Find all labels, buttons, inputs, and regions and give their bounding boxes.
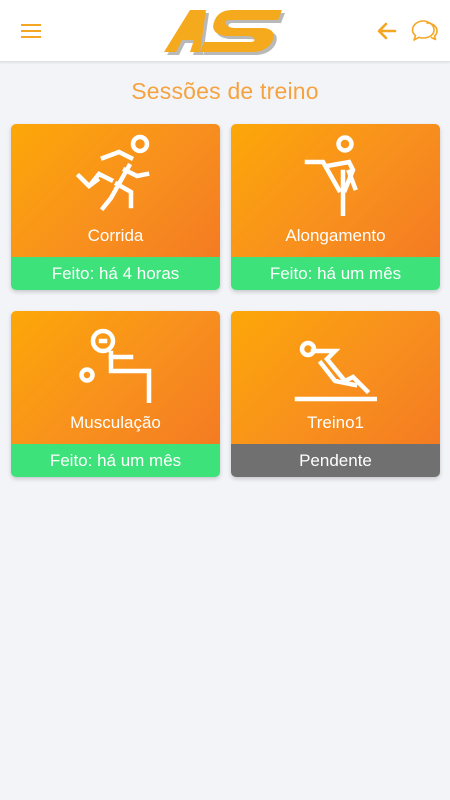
session-card-musculacao[interactable]: Musculação Feito: há um mês — [11, 311, 220, 477]
page-title: Sessões de treino — [131, 78, 319, 104]
session-card-body: Corrida — [11, 124, 220, 257]
running-person-icon — [75, 134, 150, 212]
session-card-label: Alongamento — [285, 226, 386, 245]
session-card-body: Treino1 — [231, 311, 440, 444]
session-card-label: Musculação — [70, 413, 161, 432]
session-card-treino1[interactable]: Treino1 Pendente — [231, 311, 440, 477]
chat-button[interactable] — [408, 14, 442, 48]
back-button[interactable] — [370, 15, 402, 47]
menu-button[interactable] — [14, 15, 48, 47]
session-card-body: Musculação — [11, 311, 220, 444]
hamburger-menu-icon — [21, 24, 41, 38]
session-card-corrida[interactable]: Corrida Feito: há 4 horas — [11, 124, 220, 290]
session-status-badge: Feito: há um mês — [11, 444, 220, 477]
session-card-label: Treino1 — [306, 413, 364, 432]
session-status-badge: Feito: há 4 horas — [11, 257, 220, 290]
session-card-label: Corrida — [87, 226, 144, 245]
chat-bubbles-icon — [411, 20, 438, 41]
situp-person-icon — [294, 340, 377, 402]
top-app-bar — [0, 0, 450, 62]
stretching-person-icon — [304, 135, 358, 216]
session-card-alongamento[interactable]: Alongamento Feito: há um mês — [231, 124, 440, 290]
arrow-left-icon — [377, 22, 397, 40]
session-status-badge: Feito: há um mês — [231, 257, 440, 290]
session-status-badge: Pendente — [231, 444, 440, 477]
app-logo — [160, 2, 290, 58]
weightlifting-person-icon — [79, 328, 152, 403]
session-card-body: Alongamento — [231, 124, 440, 257]
